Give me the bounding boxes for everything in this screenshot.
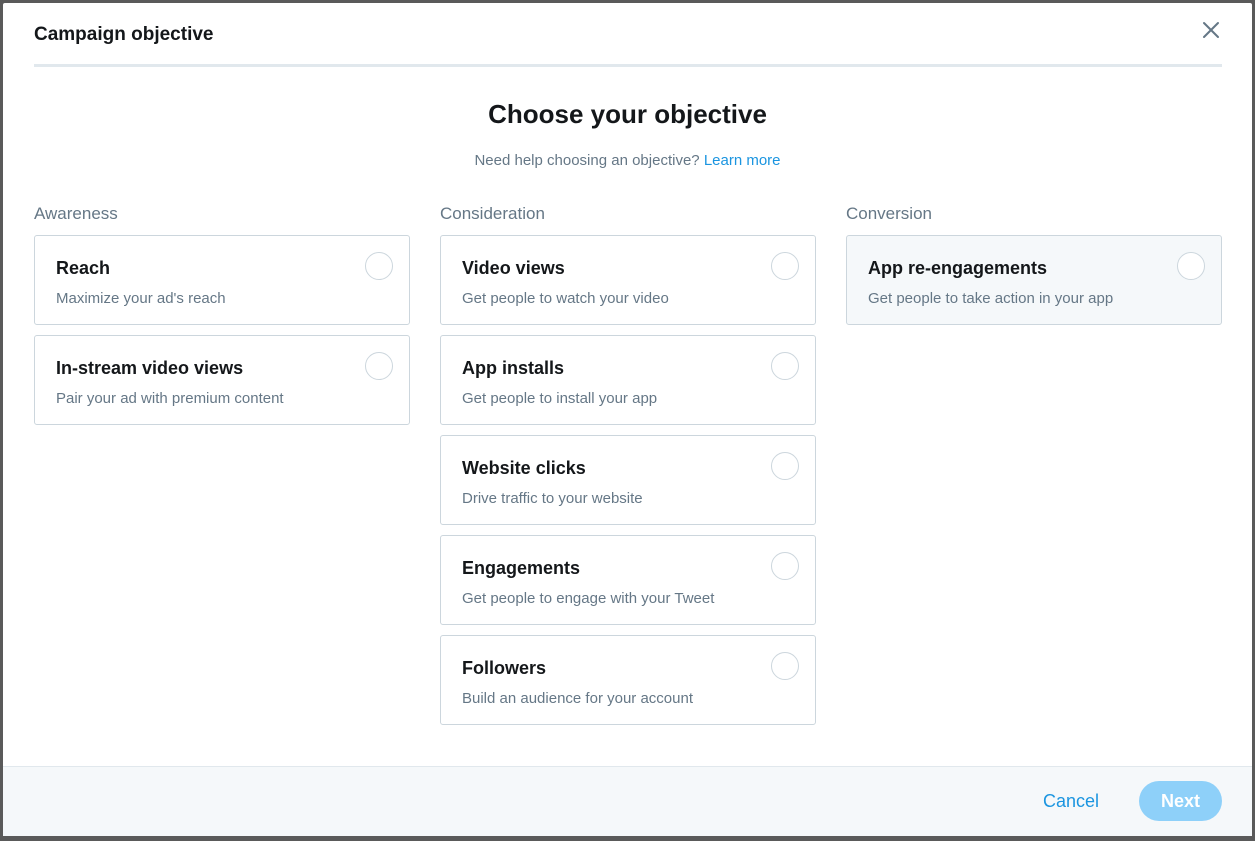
objective-description: Get people to take action in your app xyxy=(868,290,1114,307)
objective-card-app-installs[interactable]: App installs Get people to install your … xyxy=(440,335,816,425)
campaign-objective-modal: Campaign objective Choose your objective… xyxy=(3,3,1252,836)
objective-card-video-views[interactable]: Video views Get people to watch your vid… xyxy=(440,235,816,325)
objective-card-reach[interactable]: Reach Maximize your ad's reach xyxy=(34,235,410,325)
column-conversion: Conversion App re-engagements Get people… xyxy=(846,203,1222,335)
objective-description: Maximize your ad's reach xyxy=(56,290,226,307)
objective-title: App re-engagements xyxy=(868,258,1048,278)
page-title: Choose your objective xyxy=(488,99,767,129)
modal-title: Campaign objective xyxy=(34,24,214,45)
close-icon[interactable] xyxy=(1200,19,1222,41)
objective-title: Reach xyxy=(56,258,111,278)
objective-description: Get people to install your app xyxy=(462,390,658,407)
column-title-consideration: Consideration xyxy=(440,204,545,223)
objective-radio[interactable] xyxy=(771,652,799,680)
objective-description: Pair your ad with premium content xyxy=(56,390,284,407)
objective-description: Build an audience for your account xyxy=(462,690,693,707)
objective-radio[interactable] xyxy=(771,552,799,580)
objective-title: In-stream video views xyxy=(56,358,244,378)
objective-radio[interactable] xyxy=(365,252,393,280)
next-button[interactable]: Next xyxy=(1139,781,1222,821)
modal-header: Campaign objective xyxy=(34,3,1222,67)
column-awareness: Awareness Reach Maximize your ad's reach… xyxy=(34,203,410,435)
objective-description: Drive traffic to your website xyxy=(462,490,643,507)
modal-footer: Cancel Next xyxy=(3,766,1252,836)
objective-radio[interactable] xyxy=(365,352,393,380)
help-text-label: Need help choosing an objective? xyxy=(474,152,700,169)
objective-card-followers[interactable]: Followers Build an audience for your acc… xyxy=(440,635,816,725)
objective-card-in-stream-video-views[interactable]: In-stream video views Pair your ad with … xyxy=(34,335,410,425)
objective-radio[interactable] xyxy=(771,452,799,480)
objective-card-website-clicks[interactable]: Website clicks Drive traffic to your web… xyxy=(440,435,816,525)
cancel-button[interactable]: Cancel xyxy=(1043,791,1099,812)
objective-title: Followers xyxy=(462,658,547,678)
objective-title: App installs xyxy=(462,358,565,378)
objective-card-app-re-engagements[interactable]: App re-engagements Get people to take ac… xyxy=(846,235,1222,325)
objective-description: Get people to watch your video xyxy=(462,290,669,307)
help-text: Need help choosing an objective? Learn m… xyxy=(3,152,1252,169)
objective-radio[interactable] xyxy=(771,352,799,380)
column-title-awareness: Awareness xyxy=(34,204,118,223)
objective-title: Video views xyxy=(462,258,565,278)
objective-title: Website clicks xyxy=(462,458,586,478)
objective-description: Get people to engage with your Tweet xyxy=(462,590,715,607)
learn-more-link[interactable]: Learn more xyxy=(704,152,781,169)
objective-card-engagements[interactable]: Engagements Get people to engage with yo… xyxy=(440,535,816,625)
column-consideration: Consideration Video views Get people to … xyxy=(440,203,816,735)
objective-radio[interactable] xyxy=(771,252,799,280)
objective-radio[interactable] xyxy=(1177,252,1205,280)
column-title-conversion: Conversion xyxy=(846,204,932,223)
objective-title: Engagements xyxy=(462,558,581,578)
